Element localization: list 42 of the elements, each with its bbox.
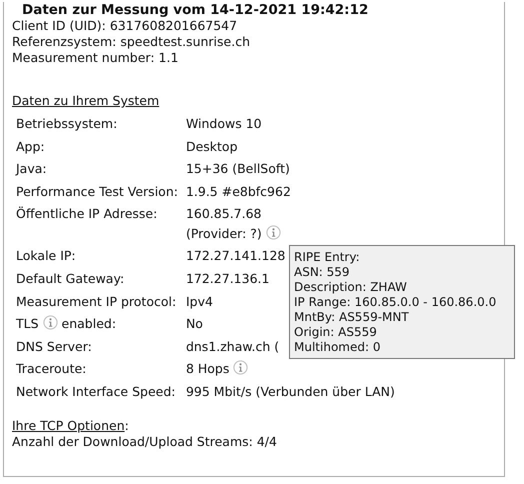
info-icon[interactable] bbox=[42, 315, 58, 330]
row-value: 995 Mbit/s (Verbunden über LAN) bbox=[186, 384, 395, 399]
info-line: Client ID (UID): 6317608201667547 bbox=[12, 18, 238, 34]
section-heading: Daten zu Ihrem System bbox=[12, 93, 160, 109]
row-value: 172.27.136.1 bbox=[186, 270, 270, 286]
row-value: 8 Hops bbox=[186, 361, 230, 376]
row-value: Ipv4 bbox=[186, 294, 213, 309]
tooltip-line: ASN: 559 bbox=[294, 265, 351, 280]
info-line: Referenzsystem: speedtest.sunrise.ch bbox=[12, 34, 252, 50]
row-value: Desktop bbox=[186, 138, 238, 154]
row-label: Network Interface Speed: bbox=[16, 384, 176, 399]
row-label: Performance Test Version: bbox=[16, 184, 178, 199]
row-value: Windows 10 bbox=[186, 116, 262, 131]
tooltip-line: IP Range: 160.85.0.0 - 160.86.0.0 bbox=[294, 295, 498, 310]
row-label: Öffentliche IP Adresse: bbox=[16, 206, 158, 222]
row-value: 172.27.141.128 bbox=[186, 248, 286, 264]
info-icon[interactable] bbox=[266, 225, 281, 240]
row-value: (Provider: ?) bbox=[186, 226, 262, 242]
row-value: dns1.zhaw.ch ( bbox=[186, 338, 280, 354]
tooltip-line: MntBy: AS559-MNT bbox=[294, 310, 410, 325]
row-label: Betriebssystem: bbox=[16, 116, 118, 131]
info-line: Anzahl der Download/Upload Streams: 4/4 bbox=[12, 434, 278, 450]
row-label: Traceroute: bbox=[16, 361, 86, 376]
row-label: Measurement IP protocol: bbox=[16, 294, 176, 309]
tooltip-line: Origin: AS559 bbox=[294, 325, 378, 340]
row-label: Java: bbox=[16, 161, 47, 176]
info-line: Measurement number: 1.1 bbox=[12, 50, 180, 66]
row-label: App: bbox=[16, 138, 45, 154]
info-icon[interactable] bbox=[233, 360, 248, 376]
tooltip-line: RIPE Entry: bbox=[294, 250, 361, 265]
row-label: Default Gateway: bbox=[16, 270, 124, 286]
tooltip-line: Description: ZHAW bbox=[294, 280, 408, 295]
tooltip-line: Multihomed: 0 bbox=[294, 340, 382, 355]
row-value: No bbox=[186, 316, 203, 332]
section-heading: Ihre TCP Optionen: bbox=[12, 418, 129, 433]
row-value: 160.85.7.68 bbox=[186, 205, 262, 224]
row-label: Lokale IP: bbox=[16, 248, 76, 264]
row-label: TLS bbox=[16, 316, 39, 332]
row-label: DNS Server: bbox=[16, 338, 92, 354]
row-value: 15+36 (BellSoft) bbox=[186, 161, 290, 176]
row-value: 1.9.5 #e8bfc962 bbox=[186, 184, 291, 199]
row-label: enabled: bbox=[62, 316, 116, 332]
